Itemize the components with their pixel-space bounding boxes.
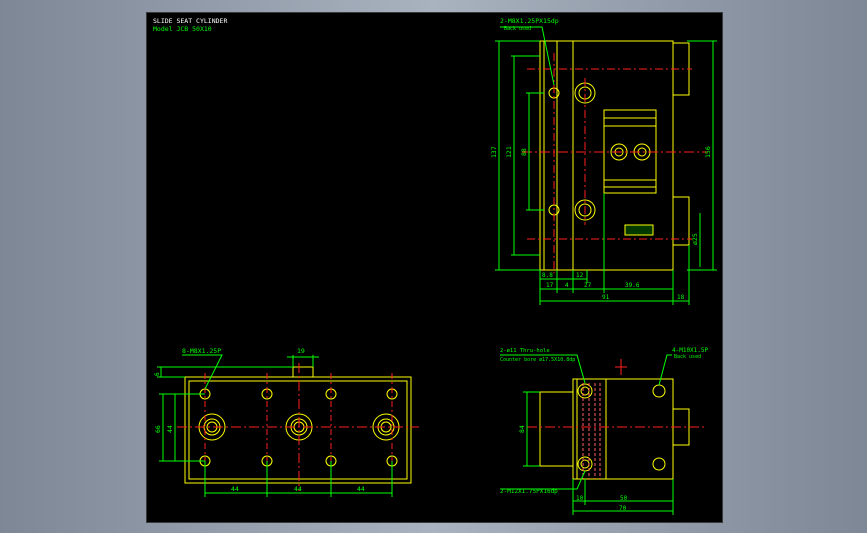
end-callout-hole: 2-ø11 Thru-hole [500, 348, 550, 354]
side-callout-tap-sub: Back used [504, 26, 531, 32]
end-dim-70: 70 [619, 505, 627, 512]
side-dim-bore: ø25 [691, 233, 699, 245]
side-dim-121: 121 [505, 146, 513, 158]
drawing-sheet: 2-M8X1.25PX15dp Back used 137 121 88 156… [146, 12, 723, 523]
cad-drawing: 2-M8X1.25PX15dp Back used 137 121 88 156… [154, 17, 717, 515]
drawing-title: SLIDE SEAT CYLINDER [153, 17, 228, 25]
side-dim-137: 137 [490, 146, 498, 158]
side-body [572, 40, 674, 271]
side-dim-8-8: 8.8 [542, 272, 553, 279]
plan-view [157, 354, 419, 497]
side-callout-tap: 2-M8X1.25PX15dp [500, 17, 559, 25]
side-dim-4: 4 [565, 282, 569, 289]
end-tap-bottom [652, 457, 666, 471]
side-dim-18: 18 [677, 294, 685, 301]
plan-callout-tap: 8-M8X1.25P [182, 347, 221, 355]
end-dim-50: 50 [620, 495, 628, 502]
end-port-top [577, 383, 593, 399]
side-dim-12: 12 [576, 272, 584, 279]
end-callout-cbore: Counter bore ø17.5X10.8dp [500, 357, 575, 363]
end-callout-bottom: 2-M12X1.75PX16dp [500, 488, 558, 495]
side-dim-27: 27 [584, 282, 592, 289]
side-rod-bottom [672, 196, 690, 246]
plan-tab [292, 366, 314, 378]
drawing-model: Model JCB 50X10 [153, 25, 212, 33]
end-tap-top [652, 384, 666, 398]
plan-dim-44: 44 [166, 425, 174, 433]
drawing-text: 2-M8X1.25PX15dp Back used 137 121 88 156… [154, 17, 712, 512]
side-dim-91: 91 [602, 294, 610, 301]
side-logo-plate [624, 224, 654, 236]
end-port-bottom [577, 456, 593, 472]
plan-dim-bottom-3: 44 [357, 485, 365, 493]
plan-dim-bottom-1: 44 [231, 485, 239, 493]
end-flange [539, 391, 574, 467]
plan-dim-6: 6 [154, 372, 161, 376]
plan-dim-19: 19 [297, 347, 305, 355]
end-dim-10: 10 [576, 495, 584, 502]
end-callout-tap: 4-M10X1.5P [672, 347, 709, 354]
side-dim-88: 88 [520, 148, 528, 156]
end-dim-84: 84 [518, 425, 526, 433]
end-callout-tap-sub: Back used [674, 354, 701, 360]
plan-dim-bottom-2: 44 [294, 485, 302, 493]
side-dim-156: 156 [704, 146, 712, 158]
plan-dim-66: 66 [154, 425, 162, 433]
side-dim-17: 17 [546, 282, 554, 289]
side-view [495, 26, 717, 305]
side-dim-39-6: 39.6 [625, 282, 640, 289]
